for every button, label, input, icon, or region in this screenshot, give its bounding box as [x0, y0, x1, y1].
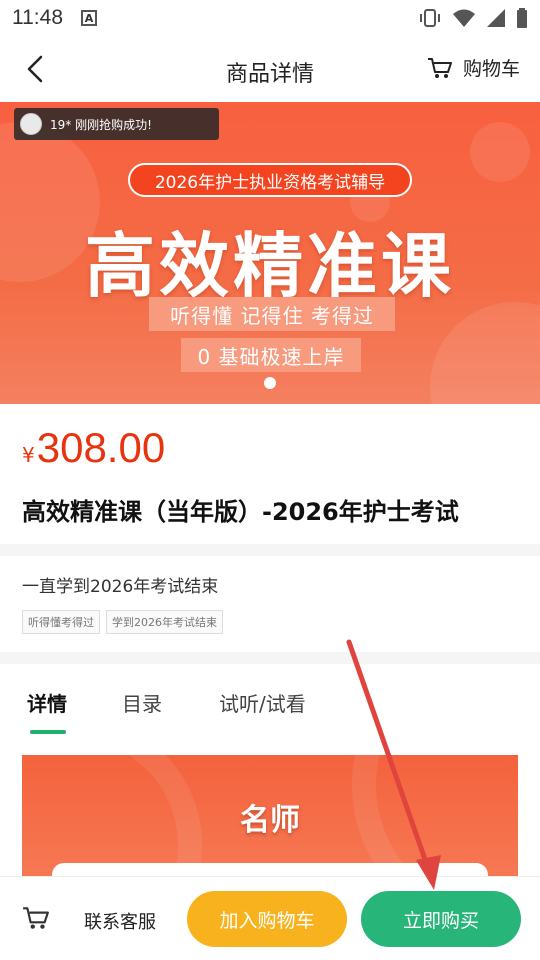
tag-list: 听得懂考得过 学到2026年考试结束 — [22, 610, 223, 634]
tab-bar: 详情 目录 试听/试看 — [0, 664, 540, 744]
tab-catalog[interactable]: 目录 — [122, 688, 162, 717]
detail-image: 名师 — [22, 755, 518, 885]
back-arrow-icon — [27, 55, 43, 83]
divider — [0, 652, 540, 664]
wifi-icon — [453, 9, 475, 27]
vibrate-icon — [420, 9, 440, 27]
add-to-cart-button[interactable]: 加入购物车 — [187, 891, 347, 947]
status-time: 11:48 — [12, 6, 63, 29]
product-banner[interactable]: 19* 刚刚抢购成功! 2026年护士执业资格考试辅导 高效精准课 听得懂 记得… — [0, 102, 540, 404]
bottom-cart-button[interactable] — [22, 905, 50, 935]
signal-icon — [487, 9, 505, 27]
banner-subtitle-2: 0 基础极速上岸 — [181, 338, 361, 372]
detail-heading: 名师 — [240, 803, 300, 838]
cart-label: 购物车 — [462, 58, 520, 80]
status-bar: 11:48 A — [0, 0, 540, 36]
notification-a-icon: A — [81, 10, 97, 26]
banner-pill: 2026年护士执业资格考试辅导 — [128, 163, 412, 197]
carousel-dot[interactable] — [264, 377, 276, 389]
tab-details[interactable]: 详情 — [27, 688, 67, 717]
tab-preview[interactable]: 试听/试看 — [219, 688, 306, 717]
contact-service-button[interactable]: 联系客服 — [84, 908, 156, 934]
product-description: 一直学到2026年考试结束 — [22, 577, 219, 597]
price: ¥ 308.00 — [22, 424, 165, 472]
buy-now-button[interactable]: 立即购买 — [361, 891, 521, 947]
cart-icon — [23, 907, 49, 929]
banner-subtitle-1: 听得懂 记得住 考得过 — [149, 297, 395, 331]
purchase-toast: 19* 刚刚抢购成功! — [14, 108, 219, 140]
price-section: ¥ 308.00 高效精准课（当年版）-2026年护士考试 — [0, 404, 540, 544]
status-icons — [418, 8, 528, 28]
battery-icon — [517, 8, 527, 28]
cart-link[interactable]: 购物车 — [427, 54, 520, 81]
price-value: 308.00 — [36, 424, 166, 471]
avatar — [20, 113, 42, 135]
tag: 学到2026年考试结束 — [106, 610, 223, 634]
nav-bar: 商品详情 购物车 — [0, 36, 540, 102]
description-section: 一直学到2026年考试结束 听得懂考得过 学到2026年考试结束 — [0, 556, 540, 652]
cart-icon — [427, 57, 452, 78]
bottom-action-bar: 联系客服 加入购物车 立即购买 — [0, 876, 540, 960]
currency-symbol: ¥ — [22, 443, 35, 467]
product-title: 高效精准课（当年版）-2026年护士考试 — [22, 498, 459, 526]
toast-text: 19* 刚刚抢购成功! — [50, 117, 152, 132]
back-button[interactable] — [18, 52, 52, 86]
divider — [0, 544, 540, 556]
tab-active-indicator — [30, 730, 66, 734]
tag: 听得懂考得过 — [22, 610, 100, 634]
banner-headline: 高效精准课 — [85, 225, 455, 307]
